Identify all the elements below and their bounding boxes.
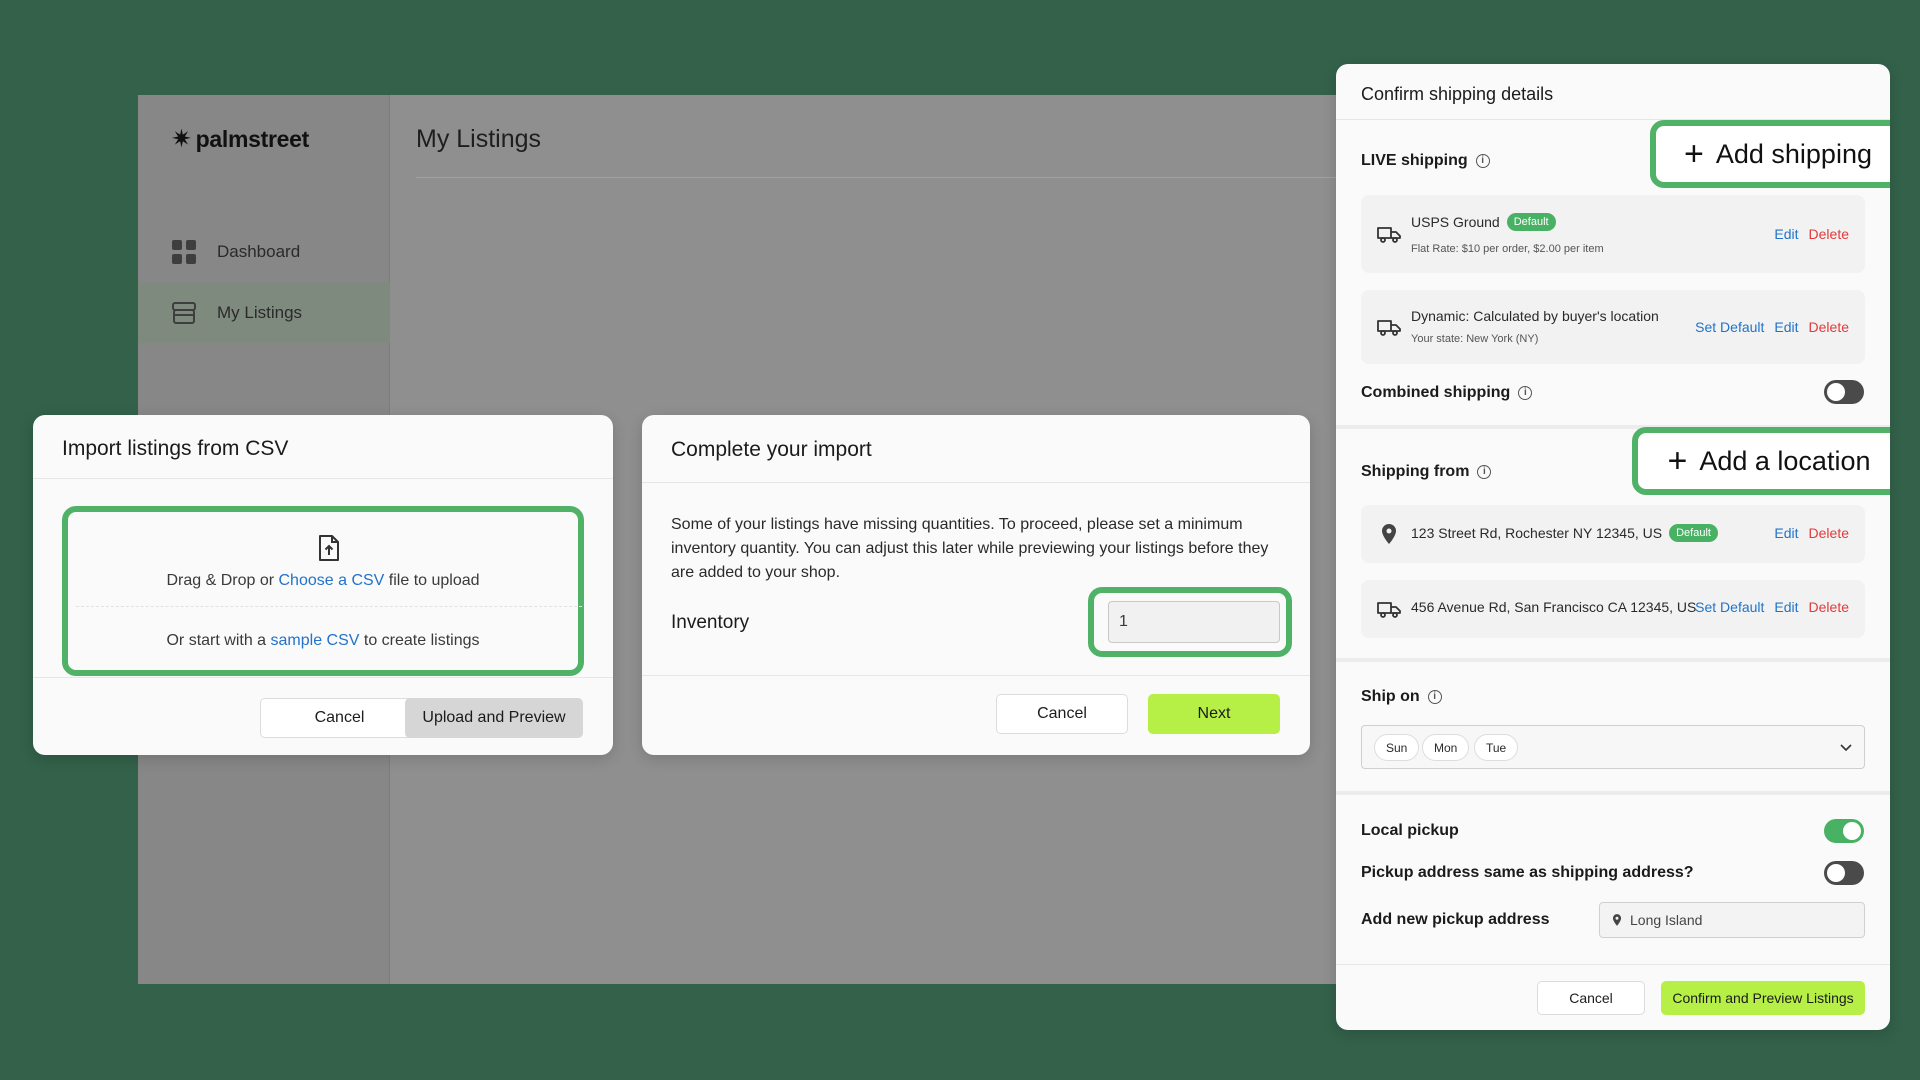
complete-import-modal: Complete your import Some of your listin… <box>642 415 1310 755</box>
confirm-shipping-panel: Confirm shipping details LIVE shipping i… <box>1336 64 1890 1030</box>
pickup-same-toggle[interactable] <box>1824 861 1864 885</box>
sample-csv-link[interactable]: sample CSV <box>271 632 360 649</box>
delete-link[interactable]: Delete <box>1809 599 1849 615</box>
info-icon[interactable]: i <box>1427 690 1442 704</box>
local-pickup-label: Local pickup <box>1361 822 1459 839</box>
shipping-method-card: Dynamic: Calculated by buyer's location … <box>1361 290 1865 364</box>
default-badge: Default <box>1506 213 1556 231</box>
pickup-same-label: Pickup address same as shipping address? <box>1361 864 1694 881</box>
divider <box>642 675 1310 676</box>
page-title: My Listings <box>416 125 542 153</box>
edit-link[interactable]: Edit <box>1774 525 1798 541</box>
delete-link[interactable]: Delete <box>1809 525 1849 541</box>
method-detail: Your state: New York (NY) <box>1411 333 1539 345</box>
choose-csv-link[interactable]: Choose a CSV <box>279 572 385 589</box>
default-badge: Default <box>1669 524 1718 542</box>
panel-title: Confirm shipping details <box>1361 84 1554 104</box>
header-divider <box>416 177 1338 178</box>
import-description: Some of your listings have missing quant… <box>671 516 1269 581</box>
combined-shipping-label: Combined shipping i <box>1361 384 1533 402</box>
method-detail: Flat Rate: $10 per order, $2.00 per item <box>1411 243 1604 255</box>
location-address: 123 Street Rd, Rochester NY 12345, US <box>1411 525 1663 541</box>
day-chip[interactable]: Tue <box>1474 734 1519 761</box>
chevron-down-icon <box>1840 744 1852 752</box>
set-default-link[interactable]: Set Default <box>1695 319 1764 335</box>
sample-instructions: Or start with a sample CSV to create lis… <box>166 632 480 649</box>
edit-link[interactable]: Edit <box>1774 599 1798 615</box>
live-shipping-heading: LIVE shipping i <box>1361 152 1490 170</box>
shipping-from-heading: Shipping from i <box>1361 463 1492 481</box>
store-icon <box>172 302 196 324</box>
drop-instructions: Drag & Drop or Choose a CSV file to uplo… <box>166 572 480 589</box>
cancel-button[interactable]: Cancel <box>1537 981 1645 1015</box>
plus-icon: + <box>1684 135 1704 173</box>
info-icon[interactable]: i <box>1475 154 1490 168</box>
add-shipping-button[interactable]: + Add shipping <box>1650 120 1890 188</box>
edit-link[interactable]: Edit <box>1774 319 1798 335</box>
cancel-button[interactable]: Cancel <box>996 694 1128 734</box>
method-name: Dynamic: Calculated by buyer's location <box>1411 308 1659 324</box>
plus-icon: + <box>1667 442 1688 480</box>
truck-icon <box>1377 602 1401 618</box>
cancel-button[interactable]: Cancel <box>260 698 419 738</box>
import-csv-modal: Import listings from CSV Drag & Drop or … <box>33 415 613 755</box>
delete-link[interactable]: Delete <box>1809 226 1849 242</box>
inventory-label: Inventory <box>671 612 750 633</box>
shipping-location-card: 456 Avenue Rd, San Francisco CA 12345, U… <box>1361 580 1865 638</box>
local-pickup-toggle[interactable] <box>1824 819 1864 843</box>
grid-icon <box>172 240 196 264</box>
modal-title: Complete your import <box>671 438 872 461</box>
confirm-preview-button[interactable]: Confirm and Preview Listings <box>1661 981 1865 1015</box>
combined-shipping-toggle[interactable] <box>1824 380 1864 404</box>
sidebar-item-my-listings[interactable]: My Listings <box>138 283 390 343</box>
location-pin-icon <box>1382 524 1396 544</box>
section-separator <box>1336 791 1890 795</box>
divider <box>33 478 613 479</box>
add-location-button[interactable]: + Add a location <box>1632 427 1890 495</box>
inventory-input[interactable]: 1 <box>1108 601 1280 643</box>
info-icon[interactable]: i <box>1518 386 1533 400</box>
method-name: USPS Ground <box>1411 214 1500 230</box>
divider <box>33 677 613 678</box>
ship-days-select[interactable]: Sun Mon Tue <box>1361 725 1865 769</box>
dashed-divider <box>76 606 582 607</box>
truck-icon <box>1377 320 1401 336</box>
next-button[interactable]: Next <box>1148 694 1280 734</box>
brand-logo: ✷ palmstreet <box>171 125 309 153</box>
location-pin-icon <box>1612 914 1622 926</box>
csv-drop-zone[interactable]: Drag & Drop or Choose a CSV file to uplo… <box>62 506 584 676</box>
day-chip[interactable]: Mon <box>1422 734 1470 761</box>
shipping-method-card: USPS Ground Default Flat Rate: $10 per o… <box>1361 195 1865 273</box>
upload-and-preview-button[interactable]: Upload and Preview <box>405 698 583 738</box>
shipping-location-card: 123 Street Rd, Rochester NY 12345, US De… <box>1361 505 1865 563</box>
delete-link[interactable]: Delete <box>1809 319 1849 335</box>
truck-icon <box>1377 227 1401 243</box>
edit-link[interactable]: Edit <box>1774 226 1798 242</box>
section-separator <box>1336 658 1890 662</box>
add-pickup-label: Add new pickup address <box>1361 911 1550 928</box>
divider <box>1336 964 1890 965</box>
sidebar-item-dashboard[interactable]: Dashboard <box>138 222 390 282</box>
day-chip[interactable]: Sun <box>1374 734 1420 761</box>
divider <box>642 482 1310 483</box>
pickup-address-input[interactable]: Long Island <box>1599 902 1865 938</box>
modal-title: Import listings from CSV <box>62 437 289 460</box>
set-default-link[interactable]: Set Default <box>1695 599 1764 615</box>
ship-on-heading: Ship on i <box>1361 688 1442 706</box>
palm-logo-icon: ✷ <box>171 125 192 153</box>
location-address: 456 Avenue Rd, San Francisco CA 12345, U… <box>1411 599 1697 615</box>
info-icon[interactable]: i <box>1477 465 1492 479</box>
file-upload-icon <box>319 535 339 561</box>
